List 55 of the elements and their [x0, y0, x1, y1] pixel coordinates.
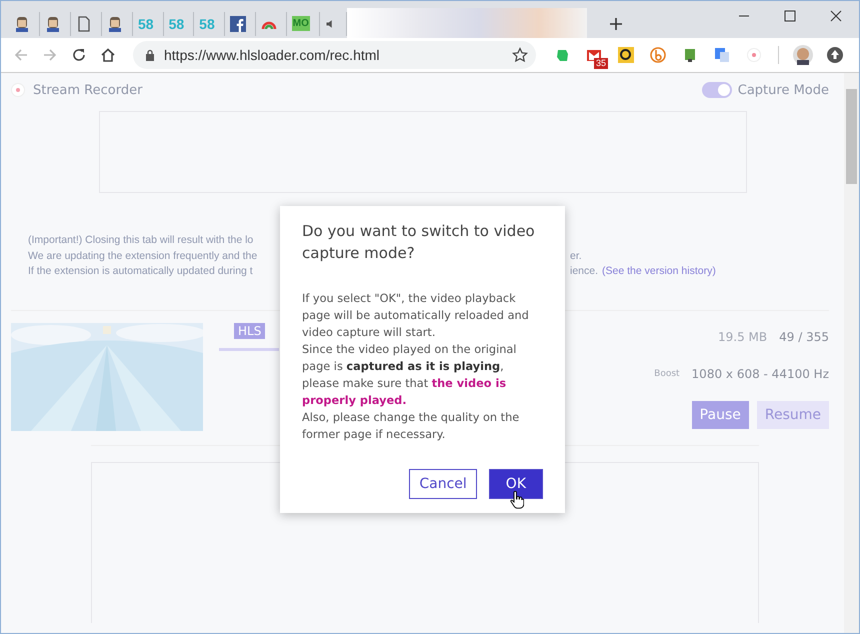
dialog-text: Since the video played on the original page is captured as it is playing, please make sure that the video is properly played. — [302, 342, 518, 409]
avatar-icon — [107, 16, 123, 32]
record-icon — [746, 47, 762, 63]
maximize-icon — [784, 10, 796, 22]
avatar-icon — [14, 16, 30, 32]
home-icon[interactable] — [100, 47, 116, 63]
segment-count: 49 / 355 — [779, 330, 829, 344]
boost-label: Boost — [654, 368, 680, 378]
star-icon[interactable] — [512, 47, 528, 63]
notice-text: er. — [570, 248, 582, 264]
translate-icon — [714, 47, 730, 63]
toggle-label: Capture Mode — [738, 82, 829, 98]
avatar-icon[interactable] — [793, 45, 813, 65]
dialog-text: If you select "OK", the video playback page will be automatically reloaded and video capture will start. — [302, 291, 530, 341]
scrollbar-thumb[interactable] — [846, 89, 857, 184]
media-button[interactable]: Pause — [692, 400, 749, 428]
extension-button[interactable] — [616, 45, 636, 65]
notice-text: (Important!) Closing this tab will result with the lo — [28, 233, 254, 248]
version-history-link[interactable]: (See the version history) — [602, 264, 716, 280]
close-icon — [830, 10, 842, 22]
notice-text: If the extension is automatically updated during t — [28, 264, 254, 279]
tab-logo: MO — [292, 16, 310, 31]
file-size: 19.5 MB — [718, 330, 768, 344]
circle-b-icon — [650, 47, 666, 63]
confirm-button[interactable]: OK — [488, 469, 543, 499]
notice-text: We are updating the extension frequently and the — [28, 248, 258, 264]
tab-label: 58 — [168, 16, 184, 32]
tag-icon — [682, 47, 698, 63]
cancel-button[interactable]: Cancel — [409, 469, 477, 499]
record-icon — [11, 83, 25, 97]
address-bar[interactable]: https://www.hlsloader.com/rec.html — [133, 41, 536, 69]
avatar-icon — [45, 16, 61, 32]
hand-cursor-icon — [510, 491, 524, 509]
magnifier-icon — [618, 47, 634, 63]
dialog-text: Also, please change the quality on the former page if necessary. — [302, 410, 520, 443]
browser-tab[interactable]: 58 — [194, 12, 225, 36]
reload-icon[interactable] — [71, 47, 87, 63]
tab-label: 58 — [138, 16, 154, 32]
browser-tab[interactable]: 58 — [133, 12, 164, 36]
app-title: Stream Recorder — [33, 82, 142, 98]
update-icon[interactable] — [825, 45, 845, 65]
dialog-title: Do you want to switch to video capture mode? — [302, 221, 536, 264]
capture-mode-toggle[interactable] — [702, 82, 732, 98]
url-text: https://www.hlsloader.com/rec.html — [164, 47, 381, 63]
plus-icon — [608, 16, 623, 30]
resolution-text: 1080 x 608 - 44100 Hz — [692, 366, 829, 380]
format-tag: HLS — [234, 322, 266, 338]
lock-icon — [145, 49, 155, 61]
count-badge: 35 — [594, 58, 608, 69]
facebook-icon — [230, 16, 246, 32]
tab-label: 58 — [199, 16, 215, 32]
browser-tab[interactable]: MO — [286, 12, 320, 36]
notice-text: ience. — [570, 264, 598, 279]
page-icon — [76, 16, 92, 32]
browser-tab[interactable]: 58 — [164, 12, 194, 36]
